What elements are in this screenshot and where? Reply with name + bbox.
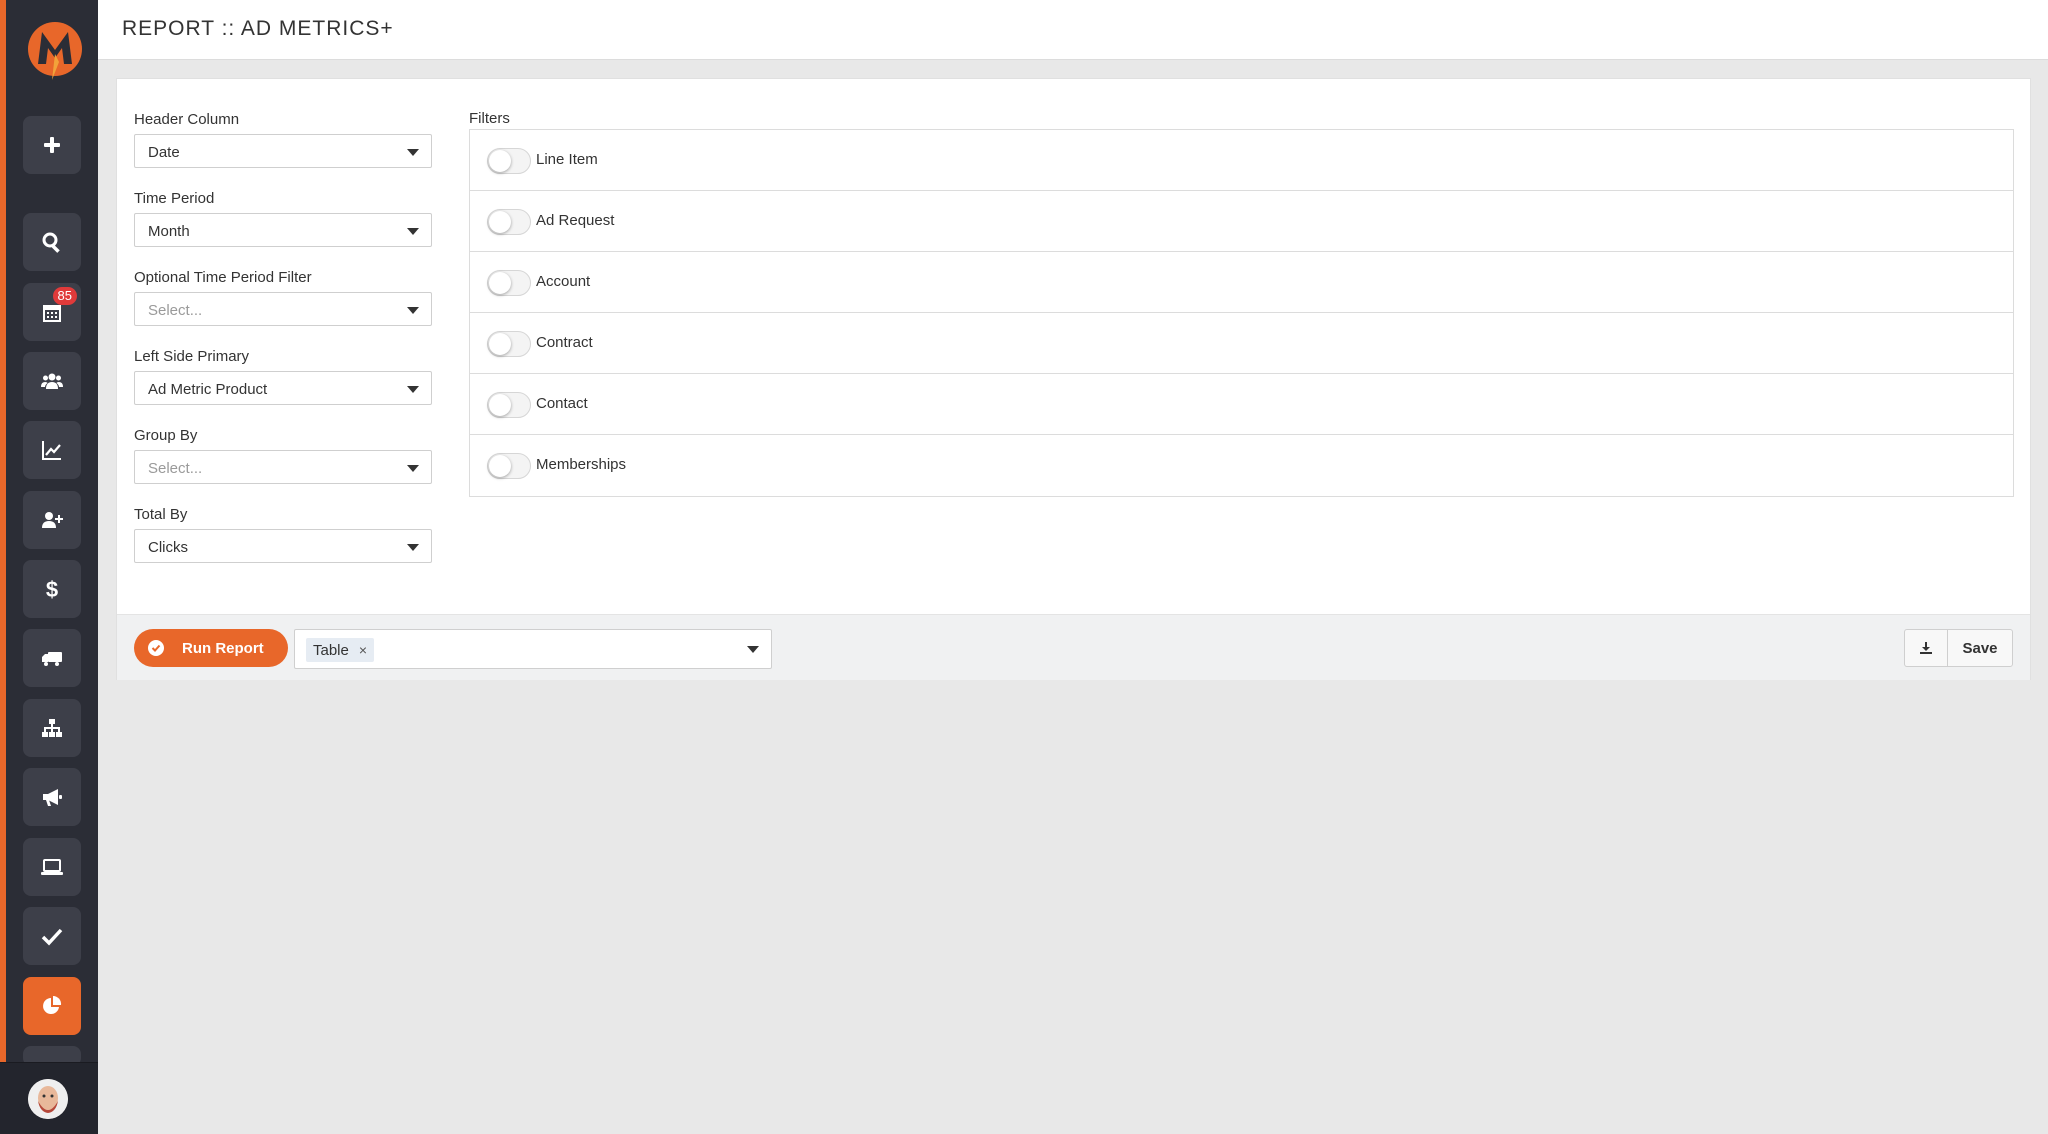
truck-icon bbox=[42, 652, 62, 666]
time-period-label: Time Period bbox=[134, 190, 215, 207]
chevron-down-icon bbox=[407, 307, 419, 314]
chevron-down-icon bbox=[407, 544, 419, 551]
save-button-group: Save bbox=[1904, 629, 2013, 667]
group-by-label: Group By bbox=[134, 427, 198, 444]
calendar-badge: 85 bbox=[52, 287, 77, 305]
nav-search-button[interactable] bbox=[23, 213, 81, 271]
filters-label: Filters bbox=[469, 110, 510, 127]
run-report-label: Run Report bbox=[182, 639, 264, 657]
filter-row-contact: Contact bbox=[470, 374, 2013, 435]
total-by-value: Clicks bbox=[148, 539, 188, 556]
output-chip: Table × bbox=[306, 638, 375, 662]
ad-request-toggle[interactable] bbox=[487, 209, 531, 235]
memberships-toggle[interactable] bbox=[487, 453, 531, 479]
nav-digital-button[interactable] bbox=[23, 838, 81, 896]
filter-row-contract: Contract bbox=[470, 313, 2013, 374]
line-item-toggle[interactable] bbox=[487, 148, 531, 174]
optional-time-period-filter-select[interactable]: Select... bbox=[134, 292, 432, 326]
laptop-icon bbox=[41, 859, 63, 875]
chevron-down-icon bbox=[747, 646, 759, 653]
check-circle-icon bbox=[148, 640, 164, 656]
nav-tasks-button[interactable] bbox=[23, 907, 81, 965]
megaphone-icon bbox=[43, 789, 62, 806]
sidebar-footer bbox=[0, 1062, 98, 1134]
nav-add-user-button[interactable] bbox=[23, 491, 81, 549]
nav-shipping-button[interactable] bbox=[23, 629, 81, 687]
nav-add-button[interactable] bbox=[23, 116, 81, 174]
total-by-select[interactable]: Clicks bbox=[134, 529, 432, 563]
group-by-placeholder: Select... bbox=[148, 460, 203, 477]
filter-label: Contract bbox=[536, 334, 593, 351]
chevron-down-icon bbox=[407, 149, 419, 156]
filter-label: Contact bbox=[536, 395, 588, 412]
output-format-select[interactable]: Table × bbox=[294, 629, 772, 669]
time-period-select[interactable]: Month bbox=[134, 213, 432, 247]
optional-time-period-filter-label: Optional Time Period Filter bbox=[134, 269, 312, 286]
action-bar: Run Report Table × Save bbox=[117, 614, 2030, 680]
chevron-down-icon bbox=[407, 465, 419, 472]
plus-icon bbox=[44, 137, 60, 153]
download-button[interactable] bbox=[1905, 630, 1948, 666]
sitemap-icon bbox=[42, 719, 62, 737]
optional-time-period-filter-placeholder: Select... bbox=[148, 302, 203, 319]
chevron-down-icon bbox=[407, 386, 419, 393]
filter-label: Memberships bbox=[536, 456, 627, 473]
check-icon bbox=[41, 928, 63, 946]
dollar-icon: $ bbox=[46, 577, 58, 601]
contact-toggle[interactable] bbox=[487, 392, 531, 418]
page-title: REPORT :: AD METRICS+ bbox=[122, 17, 394, 40]
filter-row-line-item: Line Item bbox=[470, 130, 2013, 191]
chart-line-icon bbox=[42, 441, 61, 460]
contract-toggle[interactable] bbox=[487, 331, 531, 357]
header-column-select[interactable]: Date bbox=[134, 134, 432, 168]
user-plus-icon bbox=[42, 512, 63, 528]
filter-label: Ad Request bbox=[536, 212, 615, 229]
filter-label: Account bbox=[536, 273, 591, 290]
top-bar: REPORT :: AD METRICS+ bbox=[98, 0, 2048, 60]
nav-campaigns-button[interactable] bbox=[23, 768, 81, 826]
avatar[interactable] bbox=[28, 1079, 68, 1119]
nav-analytics-button[interactable] bbox=[23, 421, 81, 479]
save-button[interactable]: Save bbox=[1948, 630, 2012, 666]
search-icon bbox=[42, 232, 60, 253]
run-report-button[interactable]: Run Report bbox=[134, 629, 288, 667]
left-side-primary-label: Left Side Primary bbox=[134, 348, 250, 365]
header-column-value: Date bbox=[148, 144, 180, 161]
nav-calendar-button[interactable]: 85 bbox=[23, 283, 81, 341]
chevron-down-icon bbox=[407, 228, 419, 235]
filter-row-memberships: Memberships bbox=[470, 435, 2013, 496]
output-chip-label: Table bbox=[313, 641, 349, 659]
left-side-primary-value: Ad Metric Product bbox=[148, 381, 268, 398]
filter-row-ad-request: Ad Request bbox=[470, 191, 2013, 252]
pie-chart-icon bbox=[43, 995, 62, 1014]
nav-reports-button[interactable] bbox=[23, 977, 81, 1035]
group-by-select[interactable]: Select... bbox=[134, 450, 432, 484]
filters-list: Line Item Ad Request Account Contract Co… bbox=[469, 129, 2014, 497]
total-by-label: Total By bbox=[134, 506, 188, 523]
users-icon bbox=[41, 373, 63, 389]
svg-text:$: $ bbox=[46, 577, 58, 601]
filter-label: Line Item bbox=[536, 151, 598, 168]
time-period-value: Month bbox=[148, 223, 190, 240]
account-toggle[interactable] bbox=[487, 270, 531, 296]
sidebar: 85 $ bbox=[0, 0, 98, 1134]
header-column-label: Header Column bbox=[134, 111, 240, 128]
chip-remove-icon[interactable]: × bbox=[359, 642, 367, 658]
nav-hierarchy-button[interactable] bbox=[23, 699, 81, 757]
download-icon bbox=[1920, 642, 1932, 654]
nav-billing-button[interactable]: $ bbox=[23, 560, 81, 618]
report-panel: Header Column Date Time Period Month Opt… bbox=[116, 78, 2031, 680]
nav-users-button[interactable] bbox=[23, 352, 81, 410]
left-side-primary-select[interactable]: Ad Metric Product bbox=[134, 371, 432, 405]
filter-row-account: Account bbox=[470, 252, 2013, 313]
app-logo[interactable] bbox=[26, 18, 84, 84]
